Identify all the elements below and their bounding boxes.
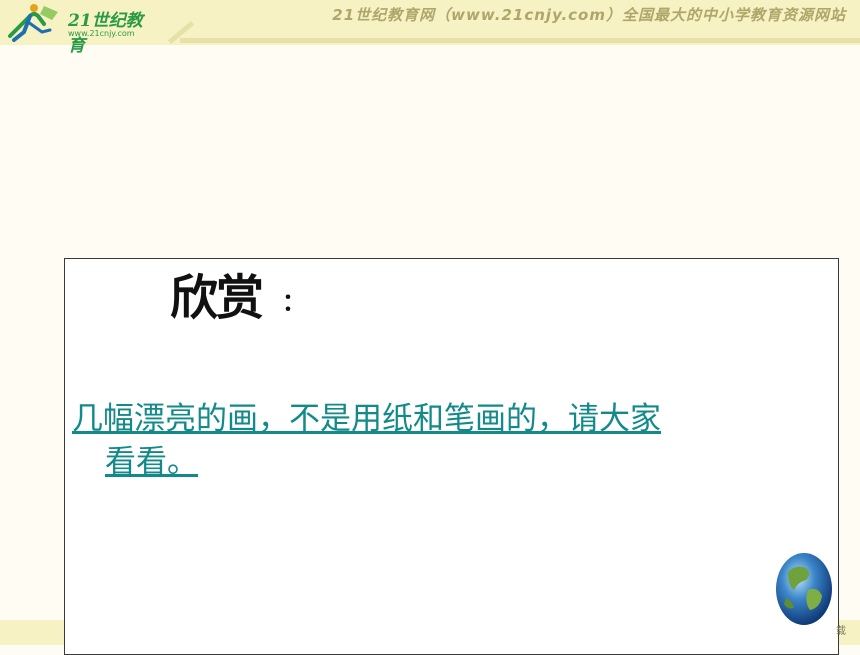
hyperlink-text[interactable]: 几幅漂亮的画，不是用纸和笔画的，请大家 看看。 xyxy=(72,398,812,484)
header-divider-line xyxy=(180,38,860,43)
slide-title: 欣赏 xyxy=(170,270,264,326)
globe-button[interactable] xyxy=(772,550,836,628)
globe-icon xyxy=(776,553,832,625)
header-banner-text[interactable]: 21世纪教育网（www.21cnjy.com）全国最大的中小学教育资源网站 xyxy=(332,4,846,25)
logo-url: www.21cnjy.com xyxy=(68,29,135,38)
hyperlink-line-2[interactable]: 看看。 xyxy=(72,441,812,484)
runner-logo-icon xyxy=(8,4,58,42)
site-logo[interactable]: 21世纪教育 www.21cnjy.com xyxy=(4,2,154,56)
slide-title-colon: ： xyxy=(282,288,306,316)
hyperlink-line-1[interactable]: 几幅漂亮的画，不是用纸和笔画的，请大家 xyxy=(72,401,661,437)
corner-text: 载 xyxy=(836,626,846,637)
